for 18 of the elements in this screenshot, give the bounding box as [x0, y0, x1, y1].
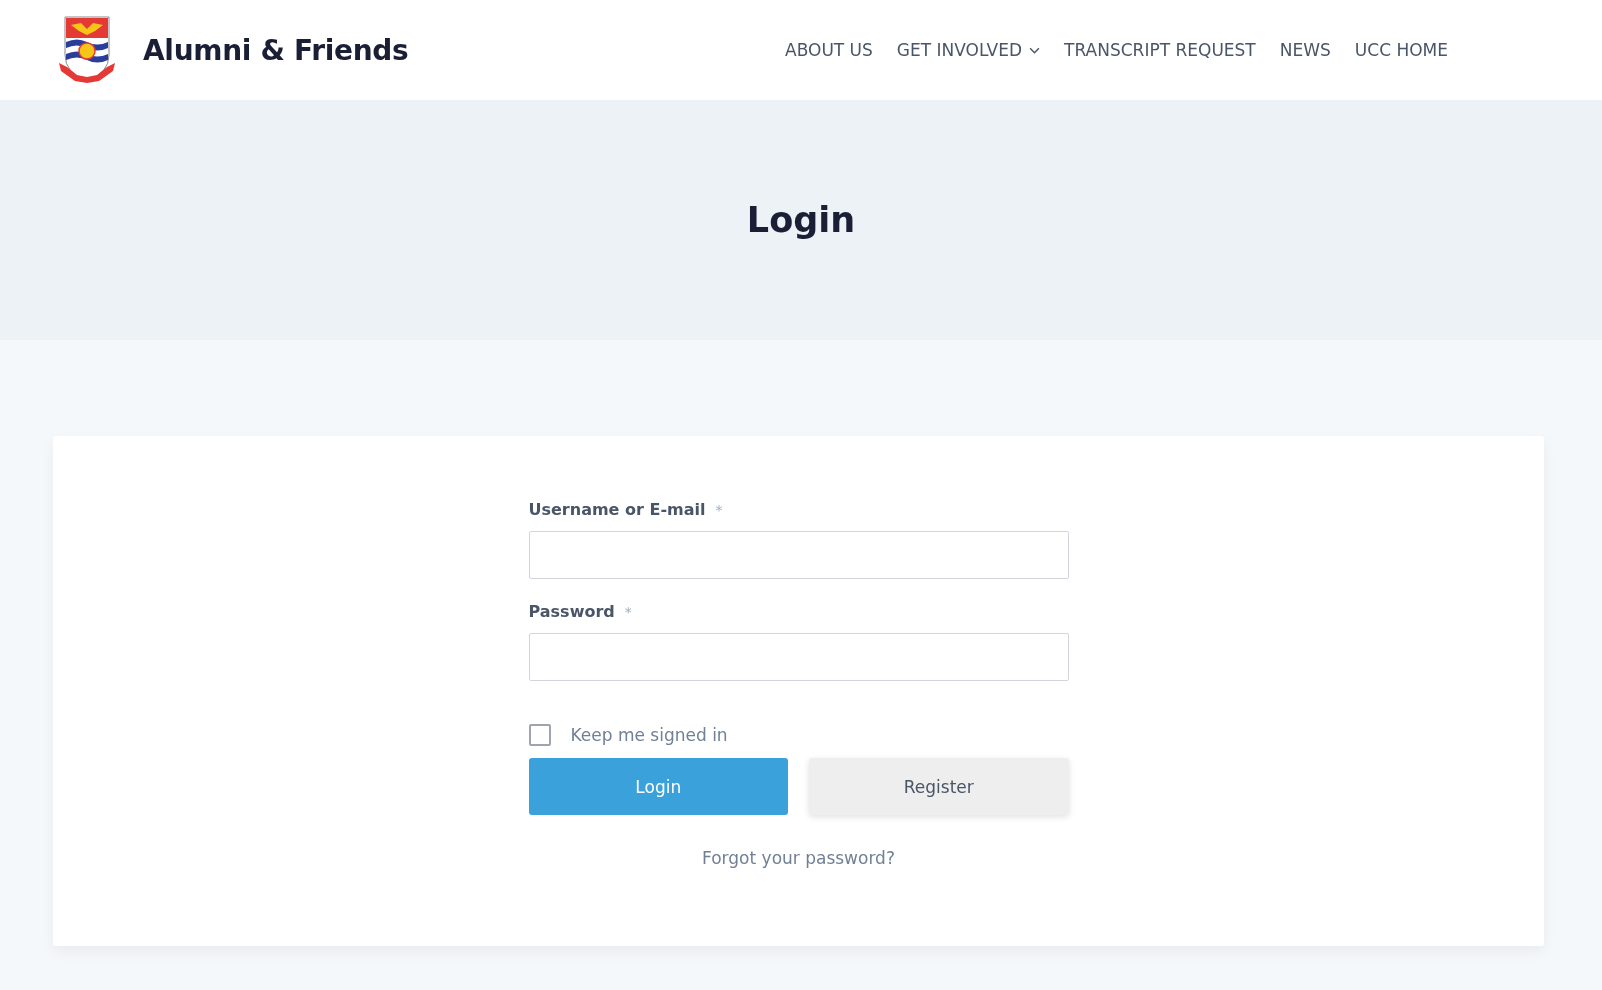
nav-link[interactable]: UCC HOME [1354, 40, 1448, 60]
required-mark: * [624, 604, 632, 620]
site-title[interactable]: Alumni & Friends [143, 33, 409, 67]
field-label: Username or E-mail [528, 500, 706, 519]
input-field[interactable] [528, 531, 1069, 579]
nav-link[interactable]: GET INVOLVED [896, 40, 1041, 60]
field-label: Password [528, 602, 615, 621]
nav-link[interactable]: ABOUT US [785, 40, 873, 60]
page-title: Login [746, 200, 856, 240]
input-field[interactable] [528, 633, 1069, 681]
register-button[interactable]: Register [809, 758, 1069, 815]
required-mark: * [715, 502, 723, 518]
nav-link[interactable]: NEWS [1279, 40, 1331, 60]
checkbox-label: Keep me signed in [570, 725, 728, 745]
crest-logo[interactable] [57, 15, 117, 85]
nav-link[interactable]: TRANSCRIPT REQUEST [1064, 40, 1256, 60]
forgot-password-link[interactable]: Forgot your password? [702, 848, 895, 868]
checkbox[interactable] [528, 724, 551, 746]
